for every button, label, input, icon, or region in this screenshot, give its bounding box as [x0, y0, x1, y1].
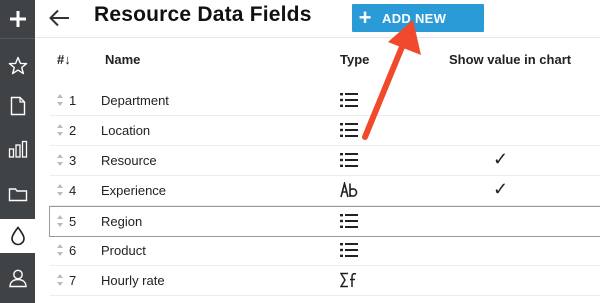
row-number: 3	[69, 153, 77, 168]
drop-icon	[10, 226, 25, 246]
list-icon	[340, 122, 358, 138]
table-row[interactable]: 5 Region	[49, 206, 600, 237]
list-icon	[340, 152, 358, 168]
rail-add-button[interactable]	[0, 3, 35, 35]
drag-handle-icon[interactable]	[57, 244, 63, 256]
chart-check: ✓	[493, 179, 509, 199]
rail-users-button[interactable]	[0, 262, 35, 294]
table-row[interactable]: 7 Hourly rate	[50, 266, 600, 296]
add-plus-icon: +	[358, 5, 372, 30]
column-header-chart: Show value in chart	[449, 52, 572, 67]
rail-documents-button[interactable]	[0, 90, 35, 122]
user-icon	[8, 269, 27, 288]
table-row[interactable]: 6 Product	[50, 236, 600, 266]
row-number: 5	[69, 214, 77, 229]
field-name: Location	[101, 123, 151, 138]
table-row[interactable]: 4 Experience ✓	[50, 176, 600, 206]
page-title: Resource Data Fields	[94, 3, 312, 26]
formula-icon	[339, 272, 358, 288]
row-number: 1	[69, 93, 77, 108]
drag-handle-icon[interactable]	[57, 184, 63, 196]
field-name: Product	[101, 243, 146, 258]
row-number: 7	[69, 273, 77, 288]
column-header-name: Name	[105, 52, 141, 67]
add-new-button[interactable]: + ADD NEW	[352, 4, 484, 32]
row-number: 6	[69, 243, 77, 258]
drag-handle-icon[interactable]	[57, 124, 63, 136]
drag-handle-icon[interactable]	[57, 94, 63, 106]
rail-divider	[0, 38, 35, 39]
bar-chart-icon	[8, 140, 27, 158]
chart-check: ✓	[493, 149, 509, 169]
field-name: Department	[101, 93, 169, 108]
rail-folders-button[interactable]	[0, 178, 35, 210]
table-row[interactable]: 2 Location	[50, 116, 600, 146]
field-name: Experience	[101, 183, 167, 198]
column-header-type: Type	[340, 52, 370, 67]
add-new-label: ADD NEW	[382, 10, 447, 26]
drag-handle-icon[interactable]	[57, 274, 63, 286]
back-button[interactable]	[44, 4, 74, 32]
arrow-left-icon	[49, 9, 69, 27]
page-header: Resource Data Fields + ADD NEW	[35, 0, 600, 36]
folder-icon	[8, 188, 27, 202]
rail-data-fields-button[interactable]	[0, 219, 35, 253]
field-name: Region	[101, 214, 143, 229]
row-number: 2	[69, 123, 77, 138]
rail-favorites-button[interactable]	[0, 50, 35, 82]
drag-handle-icon[interactable]	[57, 154, 63, 166]
column-header-order[interactable]: #↓	[57, 52, 71, 67]
rail-reports-button[interactable]	[0, 133, 35, 165]
header-divider	[35, 37, 600, 38]
list-icon	[340, 242, 358, 258]
list-icon	[340, 92, 358, 108]
sidebar-rail	[0, 0, 35, 303]
text-icon	[340, 180, 358, 198]
plus-icon	[9, 11, 26, 27]
field-name: Resource	[101, 153, 157, 168]
list-icon	[340, 213, 358, 229]
star-icon	[8, 56, 27, 75]
table-row[interactable]: 3 Resource ✓	[50, 146, 600, 176]
field-name: Hourly rate	[101, 273, 165, 288]
drag-handle-icon[interactable]	[57, 215, 63, 227]
row-number: 4	[69, 183, 77, 198]
document-icon	[10, 96, 25, 116]
table-row[interactable]: 1 Department	[50, 86, 600, 116]
